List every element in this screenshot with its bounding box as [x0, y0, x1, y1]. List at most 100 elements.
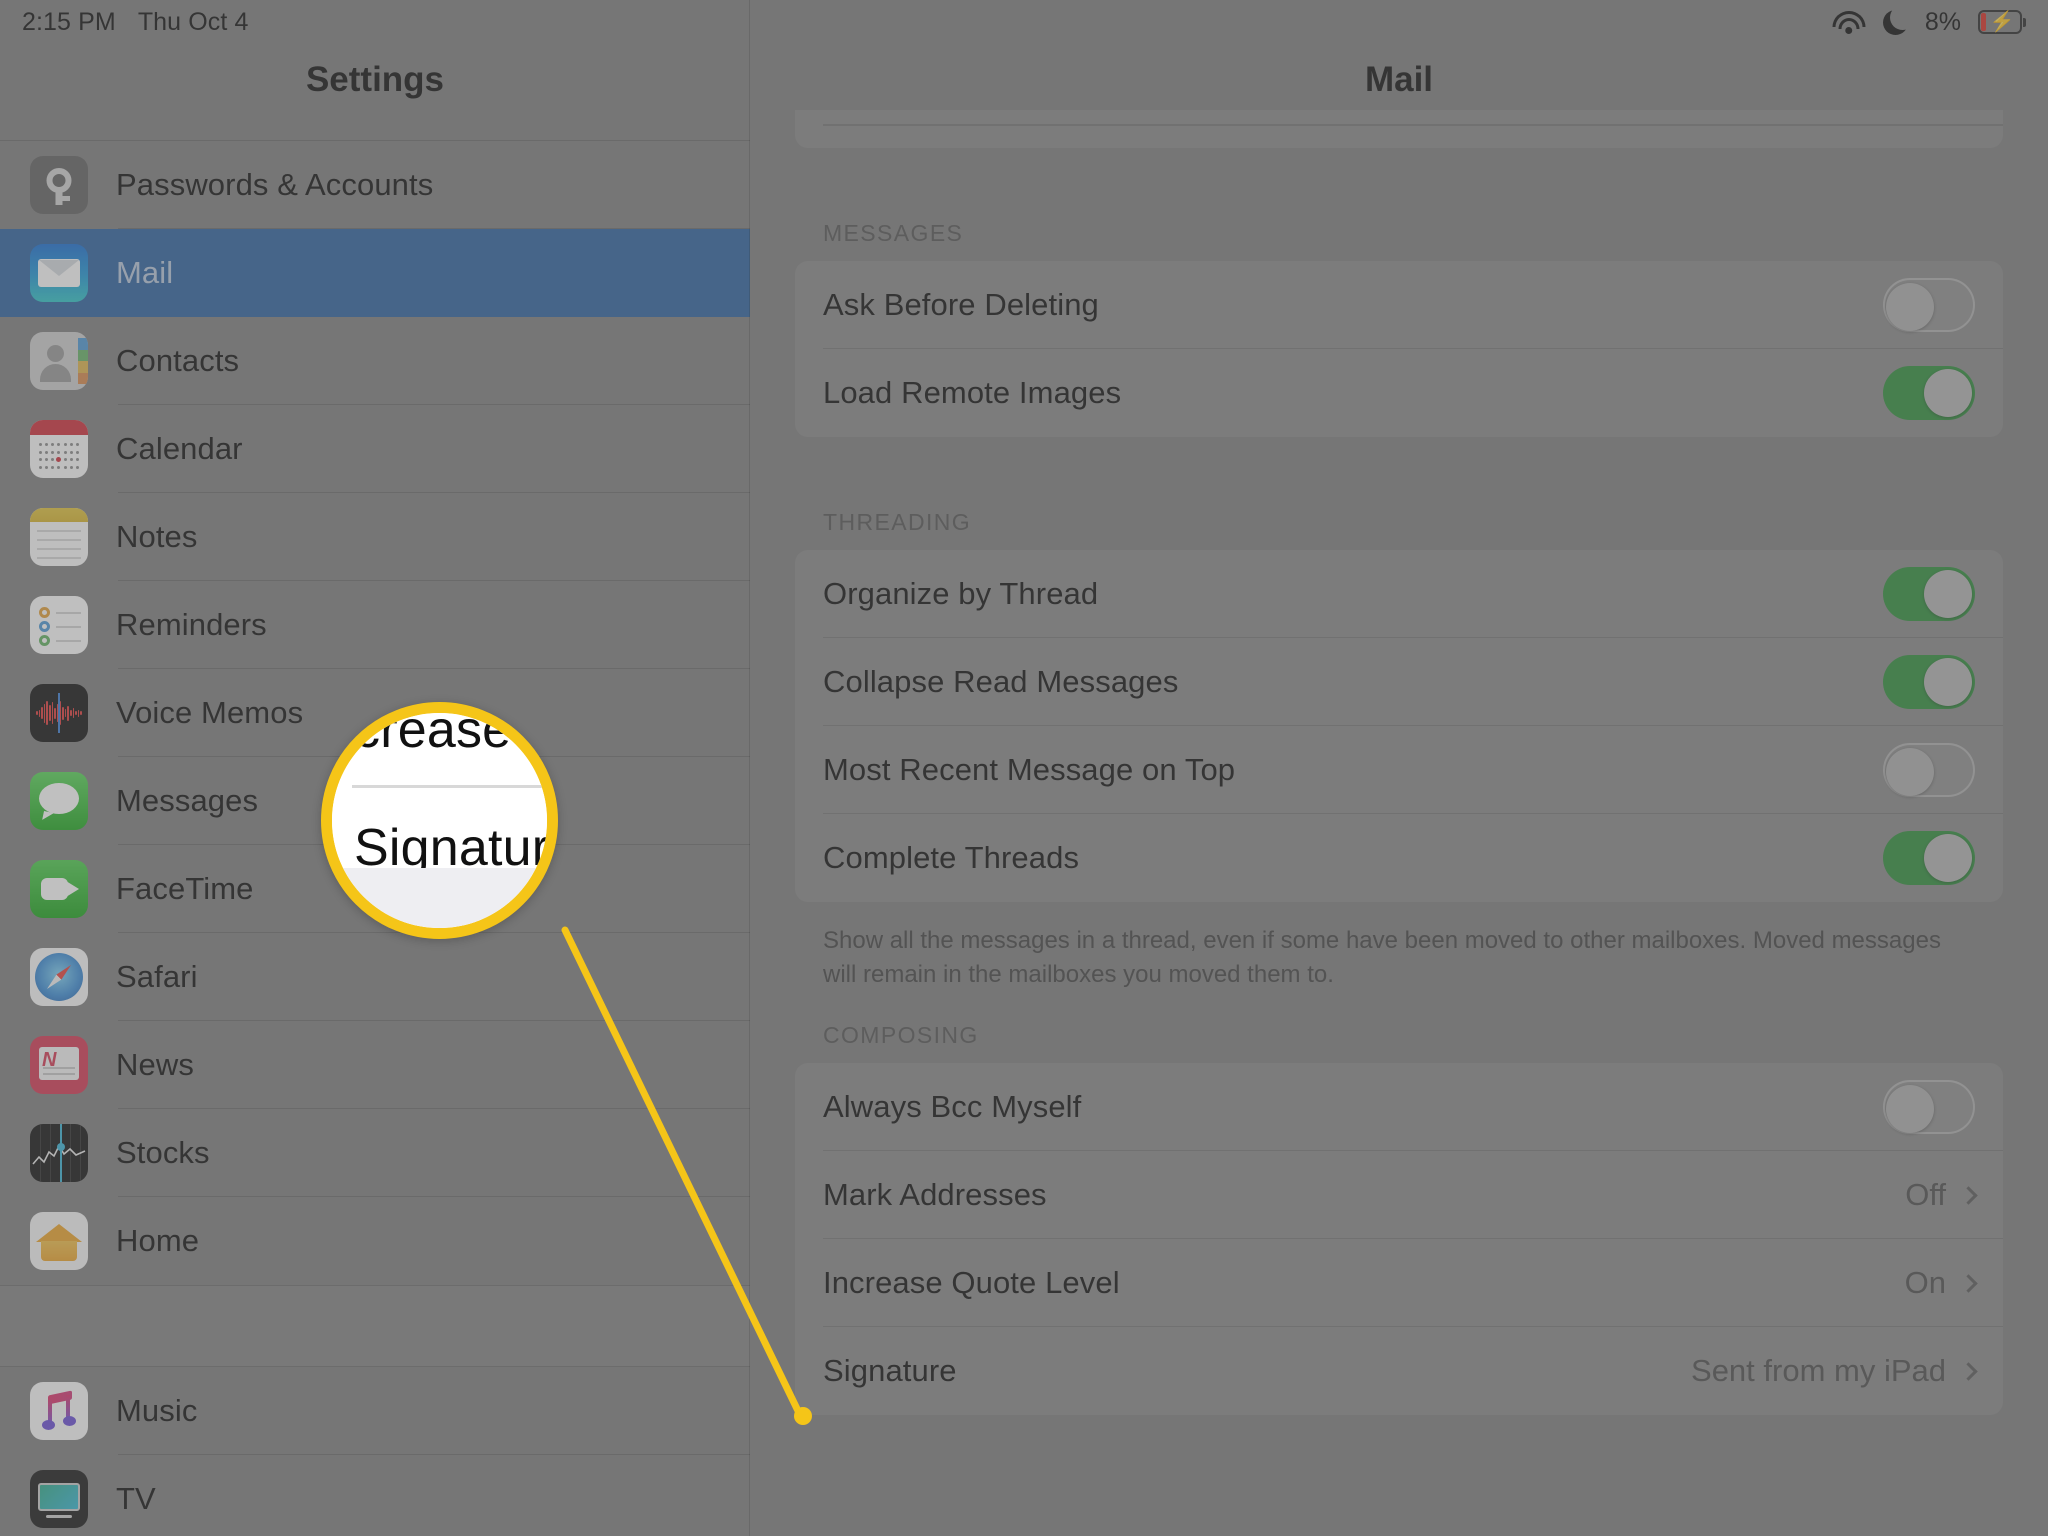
- chevron-right-icon: [1959, 1361, 1978, 1381]
- sidebar-item-facetime[interactable]: FaceTime: [0, 845, 750, 933]
- sidebar-item-music[interactable]: Music: [0, 1367, 750, 1455]
- sidebar-item-label: Reminders: [116, 607, 267, 642]
- sidebar-item-tv[interactable]: TV: [0, 1455, 750, 1536]
- toggle-always-bcc-myself[interactable]: [1883, 1080, 1975, 1135]
- chevron-right-icon: [1959, 1185, 1978, 1205]
- messages-bubble-icon: [30, 772, 88, 830]
- status-bar-left: 2:15 PM Thu Oct 4: [0, 8, 248, 37]
- page-title: Mail: [1364, 60, 1434, 99]
- sidebar-item-label: Messages: [116, 783, 259, 818]
- toggle-load-remote-images[interactable]: [1883, 366, 1975, 420]
- row-mark-addresses[interactable]: Mark Addresses Off: [795, 1151, 2003, 1240]
- toggle-complete-threads[interactable]: [1883, 831, 1975, 885]
- sidebar-item-label: Notes: [116, 519, 198, 554]
- mail-settings-panel: Mail Flag Style Color MESSAGES Ask Befor…: [750, 0, 2048, 1536]
- sidebar-item-label: Music: [116, 1393, 198, 1428]
- sidebar-item-notes[interactable]: Notes: [0, 493, 750, 581]
- row-label: Load Remote Images: [823, 375, 1122, 410]
- calendar-icon: [30, 420, 88, 478]
- row-value: Sent from my iPad: [1691, 1353, 1946, 1389]
- key-icon: [30, 156, 88, 214]
- sidebar-item-safari[interactable]: Safari: [0, 933, 750, 1021]
- sidebar-item-label: Contacts: [116, 343, 240, 378]
- toggle-organize-by-thread[interactable]: [1883, 567, 1975, 621]
- row-increase-quote-level[interactable]: Increase Quote Level On: [795, 1239, 2003, 1328]
- sidebar-item-mail[interactable]: Mail: [0, 229, 750, 317]
- row-organize-by-thread[interactable]: Organize by Thread: [795, 550, 2003, 638]
- row-always-bcc-myself[interactable]: Always Bcc Myself: [795, 1063, 2003, 1152]
- section-header-threading: THREADING: [823, 509, 972, 535]
- stocks-chart-icon: [30, 1124, 88, 1182]
- facetime-camera-icon: [30, 860, 88, 918]
- messages-card: Ask Before Deleting Load Remote Images: [795, 261, 2003, 437]
- sidebar-item-reminders[interactable]: Reminders: [0, 581, 750, 669]
- sidebar-item-label: Calendar: [116, 431, 243, 466]
- chevron-right-icon: [1959, 1273, 1978, 1293]
- safari-compass-icon: [30, 948, 88, 1006]
- row-collapse-read-messages[interactable]: Collapse Read Messages: [795, 638, 2003, 726]
- battery-percent: 8%: [1924, 7, 1961, 36]
- row-label: Increase Quote Level: [823, 1265, 1120, 1301]
- home-house-icon: [30, 1212, 88, 1270]
- sidebar-item-calendar[interactable]: Calendar: [0, 405, 750, 493]
- mail-envelope-icon: [30, 244, 88, 302]
- sidebar-item-home[interactable]: Home: [0, 1197, 750, 1285]
- sidebar-item-label: Safari: [116, 959, 198, 994]
- music-note-icon: [30, 1382, 88, 1440]
- row-label: Collapse Read Messages: [823, 664, 1179, 699]
- sidebar-list: Passwords & Accounts Mail Contacts Calen…: [0, 140, 750, 1536]
- flag-style-card: Flag Style Color: [795, 110, 2003, 148]
- row-ask-before-deleting[interactable]: Ask Before Deleting: [795, 261, 2003, 349]
- sidebar-item-label: Mail: [116, 255, 174, 290]
- voice-memos-icon: [30, 684, 88, 742]
- sidebar-item-label: Passwords & Accounts: [116, 167, 434, 202]
- contacts-icon: [30, 332, 88, 390]
- settings-sidebar: Settings Passwords & Accounts Mail Conta…: [0, 0, 750, 1536]
- row-signature[interactable]: Signature Sent from my iPad: [795, 1327, 2003, 1415]
- sidebar-item-label: Stocks: [116, 1135, 210, 1170]
- status-bar: 2:15 PM Thu Oct 4 8% ⚡: [0, 0, 2048, 44]
- row-value: Off: [1905, 1177, 1946, 1213]
- toggle-ask-before-deleting[interactable]: [1883, 278, 1975, 332]
- row-load-remote-images[interactable]: Load Remote Images: [795, 349, 2003, 437]
- sidebar-title: Settings: [305, 60, 445, 99]
- sidebar-section-gap: [0, 1285, 750, 1367]
- threading-footnote: Show all the messages in a thread, even …: [823, 927, 1941, 989]
- row-label: Always Bcc Myself: [823, 1089, 1082, 1125]
- notes-icon: [30, 508, 88, 566]
- sidebar-item-contacts[interactable]: Contacts: [0, 317, 750, 405]
- row-label: Organize by Thread: [823, 576, 1099, 611]
- status-bar-right: 8% ⚡: [1832, 4, 2048, 37]
- reminders-icon: [30, 596, 88, 654]
- battery-charging-icon: ⚡: [1978, 10, 2026, 34]
- sidebar-item-voice-memos[interactable]: Voice Memos: [0, 669, 750, 757]
- row-value: On: [1904, 1265, 1946, 1301]
- row-complete-threads[interactable]: Complete Threads: [795, 814, 2003, 902]
- row-label: Complete Threads: [823, 840, 1080, 875]
- row-flag-style[interactable]: Flag Style Color: [795, 124, 2003, 148]
- settings-scroll-area[interactable]: Flag Style Color MESSAGES Ask Before Del…: [750, 110, 2048, 1416]
- sidebar-item-label: TV: [116, 1481, 156, 1516]
- sidebar-item-news[interactable]: N News: [0, 1021, 750, 1109]
- moon-icon: [1882, 4, 1915, 35]
- sidebar-item-passwords-accounts[interactable]: Passwords & Accounts: [0, 141, 750, 229]
- sidebar-item-label: FaceTime: [116, 871, 254, 906]
- row-label: Most Recent Message on Top: [823, 752, 1236, 787]
- section-header-messages: MESSAGES: [823, 220, 964, 246]
- news-icon: N: [30, 1036, 88, 1094]
- row-label: Mark Addresses: [823, 1177, 1047, 1213]
- section-header-composing: COMPOSING: [823, 1022, 979, 1049]
- sidebar-item-stocks[interactable]: Stocks: [0, 1109, 750, 1197]
- threading-card: Organize by Thread Collapse Read Message…: [795, 550, 2003, 902]
- sidebar-item-messages[interactable]: Messages: [0, 757, 750, 845]
- status-time: 2:15 PM: [22, 7, 116, 36]
- row-most-recent-message-on-top[interactable]: Most Recent Message on Top: [795, 726, 2003, 814]
- toggle-most-recent-message-on-top[interactable]: [1883, 743, 1975, 797]
- toggle-collapse-read-messages[interactable]: [1883, 655, 1975, 709]
- status-date: Thu Oct 4: [137, 7, 249, 36]
- tv-screen-icon: [30, 1470, 88, 1528]
- row-label: Ask Before Deleting: [823, 287, 1099, 322]
